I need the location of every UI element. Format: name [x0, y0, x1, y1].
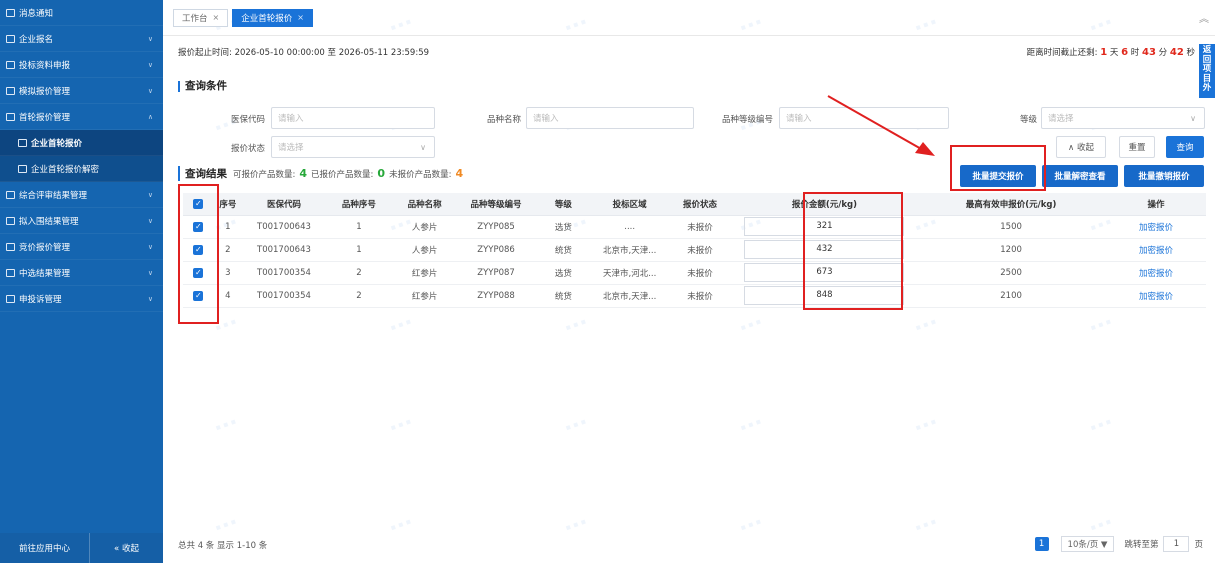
document-icon — [18, 138, 27, 147]
chevron-down-icon: ∨ — [147, 86, 153, 95]
table-summary: 总共 4 条 显示 1-10 条 — [178, 541, 268, 551]
tab-bar: 工作台 × 企业首轮报价 × ︽ — [163, 0, 1215, 36]
sidebar-menu: 消息通知企业报名 ∨ 投标资料申报 ∨ 模拟报价管理 ∨ 首轮报价管理 ∧ 企业首轮报价企业首轮… — [0, 0, 163, 312]
sidebar-item[interactable]: 企业报名 ∨ — [0, 26, 163, 52]
folder-icon — [6, 294, 15, 303]
sidebar-item-label: 中选结果管理 — [19, 268, 71, 279]
sidebar-item-label: 消息通知 — [19, 8, 54, 19]
sidebar-item-label: 首轮报价管理 — [19, 112, 71, 123]
page-number-button[interactable]: 1 — [1034, 537, 1049, 551]
chevron-down-icon: ∨ — [147, 242, 153, 251]
sidebar-item-label: 企业首轮报价解密 — [31, 164, 100, 175]
sidebar-item[interactable]: 申投诉管理 ∨ — [0, 286, 163, 312]
app-center-link[interactable]: 前往应用中心 — [0, 533, 90, 563]
sidebar-item-label: 拟入围结果管理 — [19, 216, 79, 227]
tab-label: 工作台 — [182, 13, 208, 24]
main-content: 报价起止时间: 2026-05-10 00:00:00 至 2026-05-11… — [163, 36, 1215, 563]
sidebar-item-label: 竞价报价管理 — [19, 242, 71, 253]
folder-icon — [6, 112, 15, 121]
jump-suffix-label: 页 — [1194, 540, 1203, 550]
page-size-select[interactable]: 10条/页 ▼ — [1060, 536, 1115, 552]
chevron-up-icon: ∧ — [147, 112, 153, 121]
chevron-down-icon: ∨ — [147, 268, 153, 277]
sidebar-item[interactable]: 中选结果管理 ∨ — [0, 260, 163, 286]
chevron-down-icon: ∨ — [147, 60, 153, 69]
sidebar-item[interactable]: 首轮报价管理 ∧ — [0, 104, 163, 130]
sidebar-footer: 前往应用中心 « 收起 — [0, 533, 163, 563]
sidebar-item[interactable]: 投标资料申报 ∨ — [0, 52, 163, 78]
tab-label: 企业首轮报价 — [241, 13, 293, 24]
tab-first-round-quote[interactable]: 企业首轮报价 × — [232, 8, 313, 27]
sidebar: 消息通知企业报名 ∨ 投标资料申报 ∨ 模拟报价管理 ∨ 首轮报价管理 ∧ 企业首轮报价企业首轮… — [0, 0, 163, 563]
sidebar-item-label: 综合评审结果管理 — [19, 190, 88, 201]
sidebar-item-label: 企业首轮报价 — [31, 138, 83, 149]
chevron-down-icon: ∨ — [147, 294, 153, 303]
collapse-sidebar-button[interactable]: « 收起 — [90, 533, 163, 563]
sidebar-item[interactable]: 模拟报价管理 ∨ — [0, 78, 163, 104]
folder-icon — [6, 190, 15, 199]
sidebar-item[interactable]: 企业首轮报价 — [0, 130, 163, 156]
folder-icon — [6, 268, 15, 277]
folder-icon — [6, 86, 15, 95]
pagination: 1 10条/页 ▼ 跳转至第 1 页 — [1034, 536, 1203, 552]
sidebar-item-label: 投标资料申报 — [19, 60, 71, 71]
sidebar-item-label: 申投诉管理 — [19, 294, 62, 305]
double-chevron-up-icon[interactable]: ︽ — [1199, 10, 1209, 25]
sidebar-item[interactable]: 消息通知 — [0, 0, 163, 26]
folder-icon — [6, 60, 15, 69]
sidebar-item[interactable]: 企业首轮报价解密 — [0, 156, 163, 182]
chevron-down-icon: ∨ — [147, 34, 153, 43]
close-icon[interactable]: × — [297, 13, 304, 22]
folder-icon — [6, 8, 15, 17]
chevron-down-icon: ∨ — [147, 216, 153, 225]
sidebar-item-label: 企业报名 — [19, 34, 54, 45]
document-icon — [18, 164, 27, 173]
chevron-down-icon: ∨ — [147, 190, 153, 199]
sidebar-item[interactable]: 综合评审结果管理 ∨ — [0, 182, 163, 208]
annotation-arrow — [827, 95, 935, 156]
sidebar-item[interactable]: 拟入围结果管理 ∨ — [0, 208, 163, 234]
folder-icon — [6, 242, 15, 251]
jump-page-input[interactable]: 1 — [1163, 536, 1190, 552]
tab-workbench[interactable]: 工作台 × — [173, 8, 229, 27]
sidebar-item-label: 模拟报价管理 — [19, 86, 71, 97]
folder-icon — [6, 34, 15, 43]
sidebar-item[interactable]: 竞价报价管理 ∨ — [0, 234, 163, 260]
close-icon[interactable]: × — [213, 13, 220, 22]
jump-label: 跳转至第 — [1124, 540, 1159, 550]
folder-icon — [6, 216, 15, 225]
